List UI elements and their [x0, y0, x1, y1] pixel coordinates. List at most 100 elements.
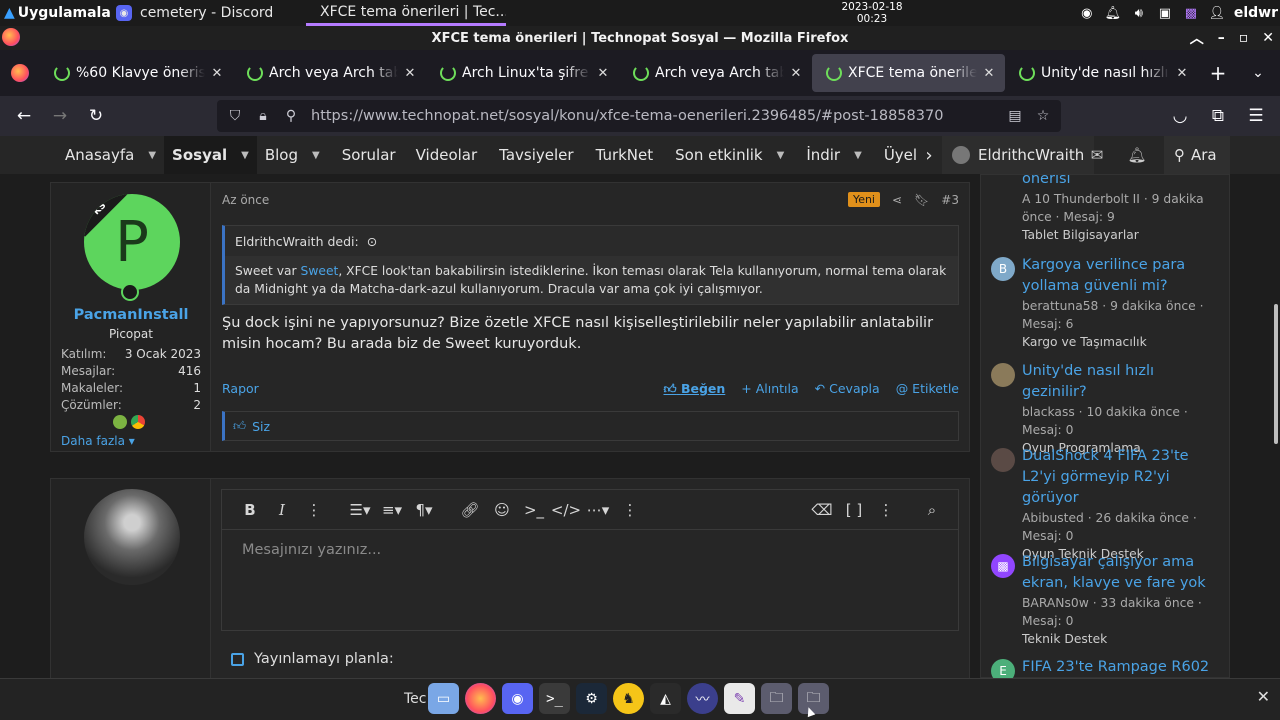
thread-forum[interactable]: Tablet Bilgisayarlar	[1022, 226, 1221, 244]
nav-blog[interactable]: Blog ▼	[257, 136, 328, 174]
thread-forum[interactable]: Teknik Destek	[1022, 630, 1221, 648]
avatar[interactable]: KS P	[84, 194, 180, 290]
thread-forum[interactable]: Kargo ve Taşımacılık	[1022, 333, 1221, 351]
message-input[interactable]: Mesajınızı yazınız...	[222, 530, 958, 570]
window-maximize-icon[interactable]: ▫	[1239, 30, 1249, 46]
nav-scroll-right-icon[interactable]: ›	[918, 136, 940, 174]
nav-sosyal[interactable]: Sosyal ▼	[164, 136, 257, 174]
caret-down-icon[interactable]: ▼	[777, 150, 785, 161]
caret-down-icon[interactable]: ▼	[241, 150, 249, 161]
more-vertical-icon[interactable]: ⋮	[298, 501, 330, 519]
post-number[interactable]: #3	[941, 193, 959, 207]
folder-icon[interactable]: 🗀︎	[761, 683, 792, 714]
code-icon[interactable]: </>	[550, 501, 582, 519]
applications-menu[interactable]: ▲ Uygulamalar	[0, 5, 110, 21]
twitch-icon[interactable]: ▩	[991, 554, 1015, 578]
nav-sorular[interactable]: Sorular	[328, 136, 404, 174]
nav-uyeler[interactable]: Üyel	[870, 136, 925, 174]
thread-title[interactable]: Unity'de nasıl hızlı gezinilir?	[1022, 361, 1221, 403]
more-vertical-icon[interactable]: ⋮	[870, 501, 902, 519]
user-icon[interactable]: 👤︎	[1208, 4, 1226, 22]
quote-button[interactable]: + Alıntıla	[741, 381, 798, 397]
window-shade-icon[interactable]: ︿	[1190, 28, 1204, 48]
share-icon[interactable]: ⋖	[892, 193, 902, 207]
hamburger-menu-icon[interactable]: ☰	[1238, 100, 1274, 132]
reply-editor[interactable]: B I ⋮ ☰▾ ≡▾ ¶▾ 🔗︎ ☺ >_ </> ⋯▾ ⋮ ⌫ [ ] ⋮ …	[221, 489, 959, 631]
clipboard-icon[interactable]: ▣	[1156, 4, 1174, 22]
unity-icon[interactable]: ◭	[650, 683, 681, 714]
tab-close-icon[interactable]: ✕	[1174, 66, 1190, 81]
tab-arch-2[interactable]: Arch veya Arch taban ✕	[619, 54, 812, 92]
pocket-icon[interactable]: ◡	[1162, 100, 1198, 132]
nav-turknet[interactable]: TurkNet	[582, 136, 662, 174]
bold-icon[interactable]: B	[234, 501, 266, 519]
preview-icon[interactable]: ⌕	[916, 501, 948, 519]
url-text[interactable]: https://www.technopat.net/sosyal/konu/xf…	[311, 108, 1001, 124]
schedule-option[interactable]: Yayınlamayı planla:	[231, 651, 394, 667]
lock-icon[interactable]: 🔒︎	[249, 108, 277, 124]
nav-anasayfa[interactable]: Anasayfa ▼	[0, 136, 164, 174]
italic-icon[interactable]: I	[266, 501, 298, 519]
tab-xfce[interactable]: XFCE tema önerileri | ✕	[812, 54, 1005, 92]
shield-icon[interactable]: ⛉	[221, 108, 249, 124]
page-scrollbar[interactable]	[1274, 304, 1278, 444]
reload-icon[interactable]: ↻	[78, 100, 114, 132]
tab-arch-sifre[interactable]: Arch Linux'ta şifre kul ✕	[426, 54, 619, 92]
window-minimize-icon[interactable]: –	[1218, 30, 1225, 46]
avatar[interactable]: B	[991, 257, 1015, 281]
thread-title[interactable]: Kargoya verilince para yollama güvenli m…	[1022, 255, 1221, 297]
thread-title[interactable]: DualShock 4 FIFA 23'te L2'yi görmeyip R2…	[1022, 446, 1221, 509]
brackets-icon[interactable]: [ ]	[838, 501, 870, 519]
new-tab-button[interactable]: +	[1198, 61, 1238, 85]
tab-list-chevron-icon[interactable]: ⌄	[1238, 65, 1278, 81]
twitch-tray-icon[interactable]: ▩	[1182, 4, 1200, 22]
account-menu[interactable]: EldrithcWraith	[942, 136, 1095, 174]
link-icon[interactable]: 🔗︎	[454, 501, 486, 519]
eraser-icon[interactable]: ⌫	[806, 501, 838, 519]
more-info-link[interactable]: Daha fazla ▾	[61, 434, 135, 448]
firefox-icon[interactable]	[465, 683, 496, 714]
more-vertical-icon[interactable]: ⋮	[614, 501, 646, 519]
thread-title[interactable]: önerisi	[1022, 174, 1221, 190]
list-item[interactable]: ▩ Bilgisayar çalışıyor ama ekran, klavye…	[991, 552, 1221, 648]
arrow-up-circle-icon[interactable]: ⊙	[367, 234, 377, 249]
terminal-icon[interactable]: >_	[539, 683, 570, 714]
discord-icon[interactable]: ◉	[502, 683, 533, 714]
caret-down-icon[interactable]: ▼	[312, 150, 320, 161]
discord-tray-icon[interactable]: ◉	[1078, 4, 1096, 22]
firefox-view-button[interactable]	[0, 64, 40, 82]
schedule-checkbox[interactable]	[231, 652, 244, 666]
steam-icon[interactable]: ⚙	[576, 683, 607, 714]
nav-son-etkinlik[interactable]: Son etkinlik ▼	[661, 136, 792, 174]
url-bar[interactable]: ⛉ 🔒︎ ⚲ https://www.technopat.net/sosyal/…	[217, 100, 1061, 132]
list-icon[interactable]: ☰▾	[344, 501, 376, 519]
nav-indir[interactable]: İndir ▼	[792, 136, 870, 174]
list-item[interactable]: DualShock 4 FIFA 23'te L2'yi görmeyip R2…	[991, 446, 1221, 563]
reply-button[interactable]: ↶ Cevapla	[815, 381, 880, 397]
reactions-bar[interactable]: 👍︎ Siz	[222, 411, 959, 441]
caret-down-icon[interactable]: ▼	[854, 150, 862, 161]
task-discord[interactable]: ◉ cemetery - Discord	[110, 0, 306, 26]
paragraph-icon[interactable]: ¶▾	[408, 501, 440, 519]
tab-close-icon[interactable]: ✕	[788, 66, 804, 81]
session-user[interactable]: eldwr	[1234, 5, 1278, 21]
list-item[interactable]: E FIFA 23'te Rampage R602	[991, 657, 1221, 678]
notification-bell-icon[interactable]: 🔔︎	[1104, 4, 1122, 22]
list-item[interactable]: Unity'de nasıl hızlı gezinilir? blackass…	[991, 361, 1221, 457]
tab-klavye[interactable]: %60 Klavye önerisi | T ✕	[40, 54, 233, 92]
permissions-icon[interactable]: ⚲	[277, 108, 305, 124]
post-time[interactable]: Az önce	[222, 193, 269, 207]
file-manager-icon[interactable]: ▭	[428, 683, 459, 714]
kde-connect-icon[interactable]: ♞	[613, 683, 644, 714]
reaction-user[interactable]: Siz	[252, 419, 270, 434]
avatar[interactable]: E	[991, 659, 1015, 678]
align-icon[interactable]: ≡▾	[376, 501, 408, 519]
tab-close-icon[interactable]: ✕	[402, 66, 418, 81]
back-arrow-icon[interactable]: ←	[6, 100, 42, 132]
inbox-icon[interactable]: ✉	[1077, 136, 1117, 174]
tag-button[interactable]: @ Etiketle	[896, 381, 959, 397]
extensions-icon[interactable]: ⧉	[1200, 100, 1236, 132]
text-editor-icon[interactable]: ✎	[724, 683, 755, 714]
nav-tavsiyeler[interactable]: Tavsiyeler	[485, 136, 581, 174]
caret-down-icon[interactable]: ▼	[148, 150, 156, 161]
